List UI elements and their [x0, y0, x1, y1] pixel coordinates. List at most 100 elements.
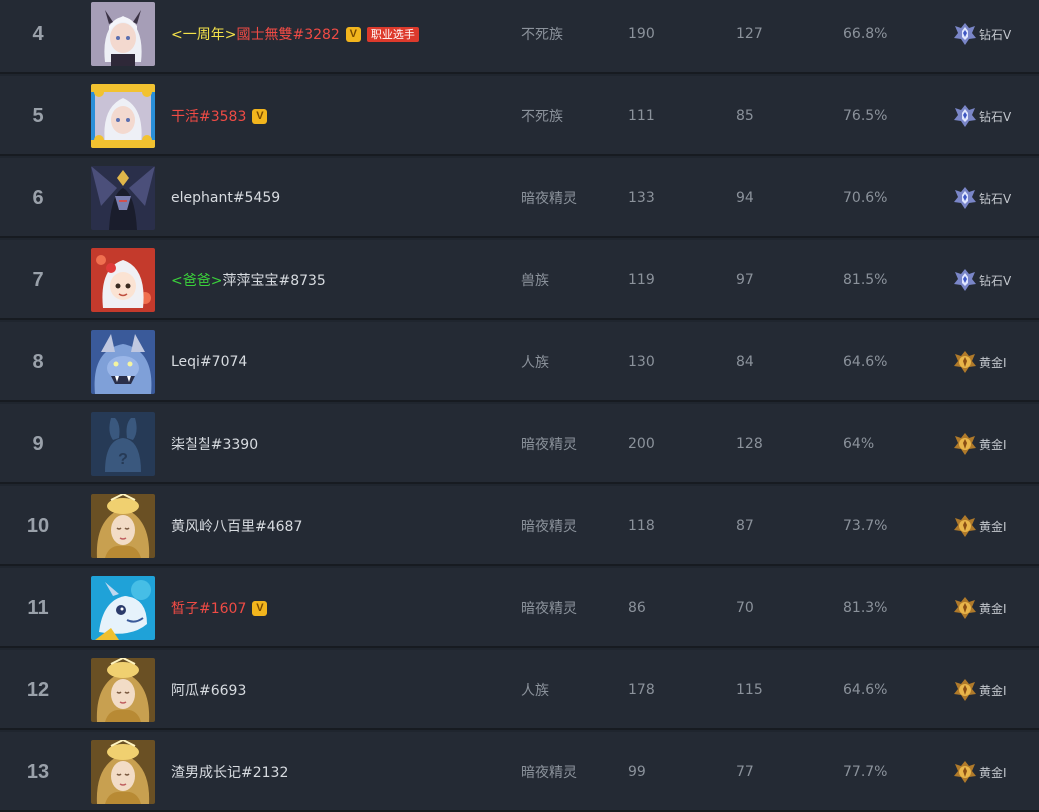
tier-cell: 黄金I [953, 650, 1039, 730]
table-row[interactable]: 4 <一周年> 國士無雙#3282 V 职业选手 不死族 190 127 66.8% 钻石V [0, 0, 1039, 74]
avatar[interactable] [91, 84, 155, 148]
table-row[interactable]: 11 皙子#1607 V 暗夜精灵 86 70 81.3% 黄金I [0, 568, 1039, 648]
tier-cell: 钻石V [953, 158, 1039, 238]
wins-count: 127 [736, 26, 763, 42]
tier-label: 黄金I [979, 519, 1007, 534]
player-name-cell[interactable]: <一周年> 國士無雙#3282 V 职业选手 [171, 0, 511, 74]
wins-count: 85 [736, 108, 754, 124]
avatar-cell: ? [91, 404, 155, 484]
player-name-cell[interactable]: 干活#3583 V [171, 76, 511, 156]
gold-tier-icon [953, 514, 979, 538]
player-title-prefix: <爸爸> [171, 273, 223, 289]
table-row[interactable]: 13 渣男成长记#2132 暗夜精灵 99 77 77.7% 黄金I [0, 732, 1039, 812]
race-label: 人族 [521, 683, 549, 699]
avatar[interactable] [91, 2, 155, 66]
pro-player-badge: 职业选手 [366, 26, 419, 42]
games-played: 99 [628, 764, 646, 780]
race-label: 暗夜精灵 [521, 519, 577, 535]
rank-number: 6 [32, 186, 44, 209]
player-name-cell[interactable]: <爸爸> 萍萍宝宝#8735 [171, 240, 511, 320]
vip-badge: V [345, 26, 361, 42]
table-row[interactable]: 12 阿瓜#6693 人族 178 115 64.6% 黄金I [0, 650, 1039, 730]
tier-label: 钻石V [979, 191, 1012, 206]
tier-cell: 黄金I [953, 732, 1039, 812]
avatar[interactable] [91, 576, 155, 640]
avatar[interactable] [91, 166, 155, 230]
win-rate: 64.6% [843, 354, 888, 370]
race-label: 不死族 [521, 109, 563, 125]
win-rate: 70.6% [843, 190, 888, 206]
win-rate: 81.3% [843, 600, 888, 616]
diamond-tier-icon [953, 186, 979, 210]
race-label: 暗夜精灵 [521, 601, 577, 617]
avatar[interactable] [91, 248, 155, 312]
player-name-cell[interactable]: elephant#5459 [171, 158, 511, 238]
tier-label: 钻石V [979, 109, 1012, 124]
race-label: 暗夜精灵 [521, 765, 577, 781]
avatar-cell [91, 568, 155, 648]
player-name-link[interactable]: 干活#3583 [171, 106, 246, 126]
diamond-tier-icon [953, 104, 979, 128]
tier-label: 黄金I [979, 683, 1007, 698]
win-rate: 64% [843, 436, 875, 452]
player-name-link[interactable]: 渣男成长记#2132 [171, 762, 288, 782]
games-played: 190 [628, 26, 655, 42]
wins-count: 84 [736, 354, 754, 370]
tier-cell: 黄金I [953, 486, 1039, 566]
rank-number: 7 [32, 268, 44, 291]
player-name-link[interactable]: 萍萍宝宝#8735 [222, 270, 325, 290]
player-name-link[interactable]: 黄风岭八百里#4687 [171, 516, 302, 536]
avatar-cell [91, 0, 155, 74]
svg-text:?: ? [118, 451, 128, 468]
wins-count: 70 [736, 600, 754, 616]
avatar[interactable] [91, 740, 155, 804]
gold-tier-icon [953, 432, 979, 456]
table-row[interactable]: 6 elephant#5459 暗夜精灵 133 94 70.6% 钻石V [0, 158, 1039, 238]
wins-count: 128 [736, 436, 763, 452]
win-rate: 76.5% [843, 108, 888, 124]
player-name-link[interactable]: Leqi#7074 [171, 354, 247, 370]
player-name-cell[interactable]: 阿瓜#6693 [171, 650, 511, 730]
player-name-link[interactable]: 國士無雙#3282 [236, 24, 339, 44]
rank-number: 13 [26, 760, 50, 783]
player-name-link[interactable]: elephant#5459 [171, 190, 280, 206]
table-row[interactable]: 7 <爸爸> 萍萍宝宝#8735 兽族 119 97 81.5% 钻石V [0, 240, 1039, 320]
avatar-cell [91, 650, 155, 730]
player-name-cell[interactable]: 柒칠칠#3390 [171, 404, 511, 484]
avatar[interactable]: ? [91, 412, 155, 476]
avatar[interactable] [91, 494, 155, 558]
race-label: 暗夜精灵 [521, 437, 577, 453]
player-name-link[interactable]: 柒칠칠#3390 [171, 434, 258, 454]
player-name-cell[interactable]: 渣男成长记#2132 [171, 732, 511, 812]
leaderboard: 4 <一周年> 國士無雙#3282 V 职业选手 不死族 190 127 66.8% 钻石V 5 干活… [0, 0, 1039, 812]
player-name-link[interactable]: 皙子#1607 [171, 598, 246, 618]
avatar[interactable] [91, 330, 155, 394]
tier-label: 黄金I [979, 355, 1007, 370]
player-name-cell[interactable]: 黄风岭八百里#4687 [171, 486, 511, 566]
race-label: 暗夜精灵 [521, 191, 577, 207]
table-row[interactable]: 5 干活#3583 V 不死族 111 85 76.5% 钻石V [0, 76, 1039, 156]
diamond-tier-icon [953, 268, 979, 292]
tier-label: 黄金I [979, 765, 1007, 780]
table-row[interactable]: 8 Leqi#7074 人族 130 84 64.6% 黄金I [0, 322, 1039, 402]
games-played: 178 [628, 682, 655, 698]
player-name-cell[interactable]: 皙子#1607 V [171, 568, 511, 648]
race-label: 兽族 [521, 273, 549, 289]
table-row[interactable]: 10 黄风岭八百里#4687 暗夜精灵 118 87 73.7% 黄金I [0, 486, 1039, 566]
wins-count: 77 [736, 764, 754, 780]
tier-cell: 钻石V [953, 240, 1039, 320]
win-rate: 64.6% [843, 682, 888, 698]
games-played: 111 [628, 108, 655, 124]
diamond-tier-icon [953, 22, 979, 46]
games-played: 119 [628, 272, 655, 288]
player-name-cell[interactable]: Leqi#7074 [171, 322, 511, 402]
games-played: 86 [628, 600, 646, 616]
avatar[interactable] [91, 658, 155, 722]
table-row[interactable]: 9? 柒칠칠#3390 暗夜精灵 200 128 64% 黄金I [0, 404, 1039, 484]
games-played: 200 [628, 436, 655, 452]
player-name-link[interactable]: 阿瓜#6693 [171, 680, 246, 700]
vip-badge: V [252, 600, 268, 616]
wins-count: 94 [736, 190, 754, 206]
win-rate: 81.5% [843, 272, 888, 288]
gold-tier-icon [953, 760, 979, 784]
